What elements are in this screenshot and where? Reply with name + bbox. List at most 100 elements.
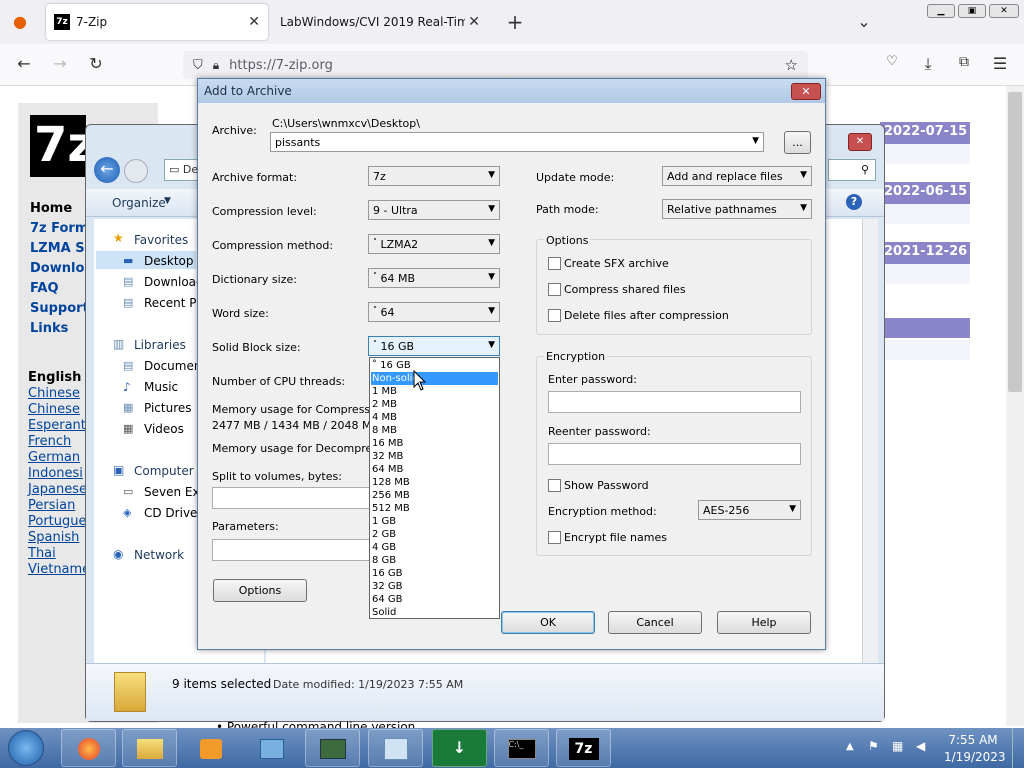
lang-link[interactable]: French: [28, 434, 71, 449]
pocket-icon[interactable]: ♡: [880, 54, 904, 69]
lang-link[interactable]: Esperant: [28, 418, 86, 433]
start-button[interactable]: [8, 730, 44, 766]
lang-link[interactable]: Vietname: [28, 562, 90, 577]
taskbar-cmd-icon[interactable]: C:\_: [494, 729, 549, 767]
clock-date[interactable]: 1/19/2023: [944, 750, 1006, 764]
compression-level-select[interactable]: 9 - Ultra ▼: [368, 200, 500, 220]
compression-method-select[interactable]: ˚ LZMA2 ▼: [368, 234, 500, 254]
explorer-back-icon[interactable]: ←: [94, 157, 120, 183]
dialog-close-button[interactable]: ✕: [791, 83, 821, 100]
nav-libraries[interactable]: Libraries: [134, 338, 186, 352]
new-tab-icon[interactable]: +: [503, 10, 527, 34]
shared-checkbox[interactable]: [548, 283, 561, 296]
lang-link[interactable]: Portugue: [28, 514, 87, 529]
dropdown-option[interactable]: 8 GB: [371, 554, 498, 567]
reenter-password-input[interactable]: [548, 443, 801, 465]
close-tab-icon[interactable]: ✕: [468, 14, 480, 30]
dropdown-option[interactable]: 1 GB: [371, 515, 498, 528]
options-button[interactable]: Options: [213, 579, 307, 602]
lock-icon[interactable]: 🔒︎: [213, 58, 219, 73]
show-password-checkbox[interactable]: [548, 479, 561, 492]
lang-link[interactable]: Japanese: [28, 482, 87, 497]
update-mode-select[interactable]: Add and replace files ▼: [662, 166, 812, 186]
organize-chevron-down-icon[interactable]: ▼: [164, 196, 171, 206]
tracking-shield-icon[interactable]: ⛉: [193, 58, 203, 73]
password-input[interactable]: [548, 391, 801, 413]
back-arrow-icon[interactable]: ←: [12, 54, 36, 73]
sfx-checkbox[interactable]: [548, 257, 561, 270]
nav-desktop[interactable]: Desktop: [144, 254, 194, 268]
extensions-icon[interactable]: ⧉: [952, 54, 976, 70]
dropdown-option[interactable]: 64 GB: [371, 593, 498, 606]
split-volumes-input[interactable]: [212, 487, 372, 509]
solid-block-select[interactable]: ˚ 16 GB ▼: [368, 336, 500, 356]
taskbar-7zip-icon[interactable]: 7z: [556, 729, 611, 767]
lang-link[interactable]: German: [28, 450, 80, 465]
reload-icon[interactable]: ↻: [84, 54, 108, 73]
scrollbar-thumb[interactable]: [1008, 92, 1022, 392]
dropdown-option[interactable]: 512 MB: [371, 502, 498, 515]
explorer-scrollbar[interactable]: [862, 219, 878, 663]
dropdown-option[interactable]: 16 GB: [371, 567, 498, 580]
nav-network[interactable]: Network: [134, 548, 184, 562]
dropdown-option[interactable]: Non-solid: [371, 372, 498, 385]
lang-link[interactable]: Chinese: [28, 402, 80, 417]
archive-format-select[interactable]: 7z ▼: [368, 166, 500, 186]
list-tabs-chevron-icon[interactable]: ⌄: [852, 12, 876, 31]
encrypt-names-checkbox[interactable]: [548, 531, 561, 544]
lang-link[interactable]: Indonesi: [28, 466, 83, 481]
minimize-window-button[interactable]: ▁: [927, 4, 955, 18]
dropdown-option[interactable]: 128 MB: [371, 476, 498, 489]
explorer-close-button[interactable]: ✕: [848, 133, 872, 151]
show-desktop-button[interactable]: [1012, 728, 1024, 768]
dropdown-option[interactable]: 256 MB: [371, 489, 498, 502]
delete-checkbox[interactable]: [548, 309, 561, 322]
solid-block-dropdown-list[interactable]: ˚ 16 GB Non-solid 1 MB 2 MB 4 MB 8 MB 16 MB 32 …: [369, 357, 500, 619]
action-center-icon[interactable]: ⚑: [868, 739, 879, 753]
nav-favorites[interactable]: Favorites: [134, 233, 188, 247]
dropdown-option[interactable]: 4 MB: [371, 411, 498, 424]
taskbar-media-player-icon[interactable]: [183, 729, 238, 767]
lang-link[interactable]: Spanish: [28, 530, 79, 545]
downloads-icon[interactable]: ⤓: [916, 54, 940, 74]
dictionary-size-select[interactable]: ˚ 64 MB ▼: [368, 268, 500, 288]
lang-link[interactable]: Chinese: [28, 386, 80, 401]
dropdown-option[interactable]: 8 MB: [371, 424, 498, 437]
nav-download[interactable]: Downlo: [30, 261, 84, 276]
dropdown-option[interactable]: 2 MB: [371, 398, 498, 411]
nav-downloads[interactable]: Download: [144, 275, 204, 289]
nav-support[interactable]: Support: [30, 301, 89, 316]
clock-time[interactable]: 7:55 AM: [948, 733, 998, 747]
nav-home[interactable]: Home: [30, 201, 72, 216]
taskbar-explorer-icon[interactable]: [122, 729, 177, 767]
nav-computer[interactable]: Computer: [134, 464, 194, 478]
dropdown-option[interactable]: 2 GB: [371, 528, 498, 541]
dropdown-option[interactable]: 16 MB: [371, 437, 498, 450]
explorer-search-icon[interactable]: ⚲: [828, 159, 876, 181]
dropdown-option[interactable]: 4 GB: [371, 541, 498, 554]
dropdown-option[interactable]: 64 MB: [371, 463, 498, 476]
nav-lzma-sdk[interactable]: LZMA S: [30, 241, 85, 256]
tab-labwindows[interactable]: LabWindows/CVI 2019 Real-Time M ✕: [278, 4, 488, 40]
nav-videos[interactable]: Videos: [144, 422, 184, 436]
bookmark-star-icon[interactable]: ☆: [785, 56, 798, 74]
tab-7zip[interactable]: 7z 7-Zip ✕: [46, 4, 268, 40]
nav-7z-format[interactable]: 7z Form: [30, 221, 88, 236]
explorer-forward-icon[interactable]: [124, 159, 148, 183]
encryption-method-select[interactable]: AES-256 ▼: [698, 500, 801, 520]
word-size-select[interactable]: ˚ 64 ▼: [368, 302, 500, 322]
dropdown-option[interactable]: Solid: [371, 606, 498, 619]
help-icon[interactable]: ?: [846, 194, 862, 210]
path-mode-select[interactable]: Relative pathnames ▼: [662, 199, 812, 219]
lang-link[interactable]: Thai: [28, 546, 56, 561]
network-tray-icon[interactable]: ▦: [892, 739, 903, 753]
taskbar-labwindows-icon[interactable]: [305, 729, 360, 767]
nav-links[interactable]: Links: [30, 321, 68, 336]
parameters-input[interactable]: [212, 539, 372, 561]
archive-name-combo[interactable]: pissants ▼: [270, 132, 764, 152]
organize-menu[interactable]: Organize: [112, 196, 166, 210]
lang-link[interactable]: Persian: [28, 498, 75, 513]
help-button[interactable]: Help: [717, 611, 811, 634]
forward-arrow-icon[interactable]: →: [48, 54, 72, 73]
dropdown-option[interactable]: 32 GB: [371, 580, 498, 593]
